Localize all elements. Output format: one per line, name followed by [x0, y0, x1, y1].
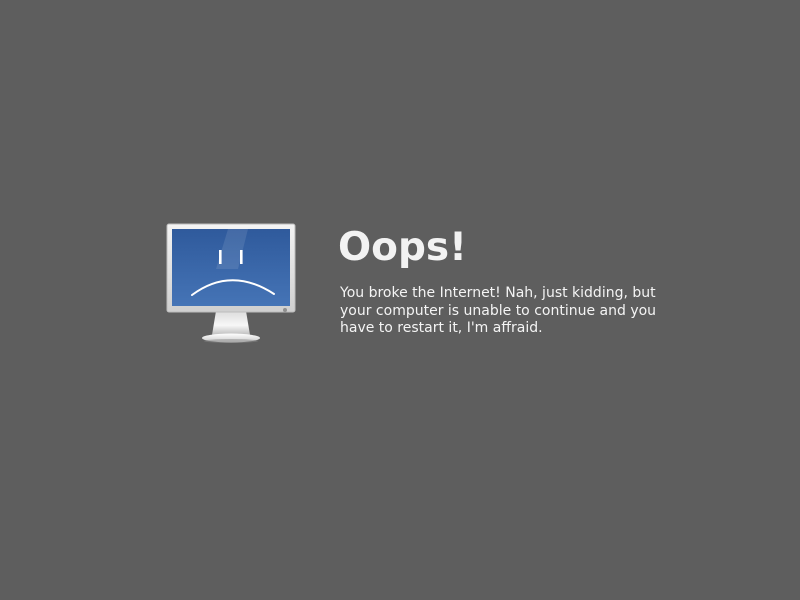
error-title: Oops!	[338, 225, 467, 270]
error-message-block: Oops! You broke the Internet! Nah, just …	[338, 222, 678, 338]
error-description: You broke the Internet! Nah, just kiddin…	[340, 285, 657, 336]
sad-monitor-icon	[166, 223, 296, 345]
error-screen: Oops! You broke the Internet! Nah, just …	[0, 0, 800, 600]
